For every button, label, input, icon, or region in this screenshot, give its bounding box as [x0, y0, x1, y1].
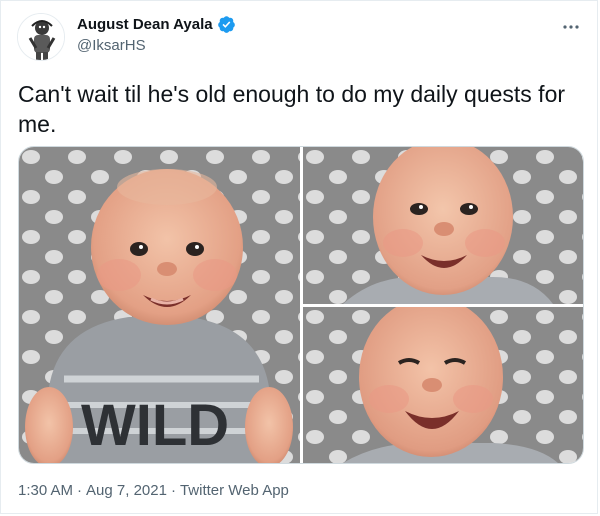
- tweet-source[interactable]: Twitter Web App: [180, 482, 289, 499]
- baby-in-wild-onesie-photo[interactable]: WILD: [19, 147, 300, 463]
- footer-separator: ·: [170, 482, 176, 499]
- author-name-row: August Dean Ayala: [77, 15, 236, 34]
- author-handle[interactable]: @IksarHS: [77, 37, 146, 54]
- baby-smiling-closeup-photo[interactable]: [303, 147, 583, 304]
- media-grid: WILD: [18, 146, 584, 464]
- author-display-name[interactable]: August Dean Ayala: [77, 16, 213, 33]
- tweet-text: Can't wait til he's old enough to do my …: [18, 81, 566, 137]
- tweet-card: August Dean Ayala @IksarHS Can't wait ti…: [0, 0, 598, 514]
- svg-text:WILD: WILD: [81, 393, 229, 458]
- avatar-illustration-icon: [18, 14, 64, 60]
- more-dots-icon: [563, 25, 579, 29]
- more-options-button[interactable]: [559, 15, 583, 39]
- tweet-time[interactable]: 1:30 AM: [18, 482, 73, 499]
- verified-badge-icon: [217, 16, 235, 33]
- footer-separator: ·: [77, 482, 83, 499]
- avatar[interactable]: [17, 13, 65, 61]
- baby-laughing-closeup-photo[interactable]: [303, 307, 583, 463]
- tweet-date[interactable]: Aug 7, 2021: [86, 482, 167, 499]
- tweet-metadata: 1:30 AM · Aug 7, 2021 · Twitter Web App: [18, 482, 289, 499]
